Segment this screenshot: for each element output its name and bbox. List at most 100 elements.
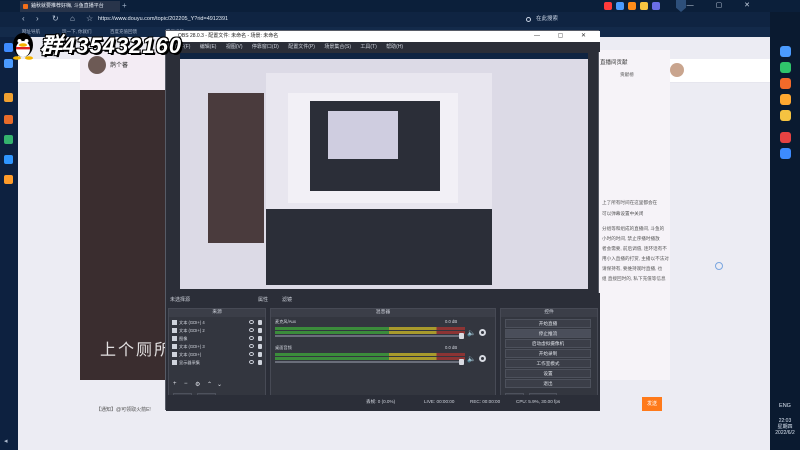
sidebar-app-icon[interactable] (4, 115, 13, 124)
lock-icon[interactable] (258, 344, 262, 349)
right-sidebar (770, 12, 800, 450)
visibility-eye-icon[interactable] (249, 328, 254, 332)
settings-button[interactable]: 设置 (505, 369, 591, 378)
speaker-icon[interactable]: 🔈 (467, 355, 476, 363)
app-icon[interactable] (780, 132, 791, 143)
url-field[interactable]: https://www.douyu.com/topic/202205_Y?rid… (98, 14, 518, 25)
notice-line: 分组等和组成的直播间, 斗鱼的 (602, 226, 665, 231)
menu-profile[interactable]: 配置文件(P) (288, 44, 315, 50)
extension-icon[interactable] (639, 2, 648, 10)
speaker-icon[interactable]: 🔈 (467, 329, 476, 337)
extension-icon[interactable] (615, 2, 624, 10)
extension-icon[interactable] (604, 2, 612, 10)
volume-meter (275, 353, 465, 356)
menu-help[interactable]: 帮助(H) (386, 44, 403, 50)
move-down-icon[interactable]: ⌄ (217, 381, 222, 388)
filters-button[interactable]: 滤镜 (282, 296, 292, 303)
collapse-sidebar-icon[interactable]: ◂ (4, 437, 13, 446)
obs-window: OBS 28.0.3 - 配置文件: 未命名 - 场景: 未命名 — ▢ ✕ 文… (165, 30, 600, 411)
lock-icon[interactable] (258, 360, 262, 365)
preview-browser-bar (180, 53, 588, 59)
add-source-icon[interactable]: + (173, 381, 177, 387)
source-settings-icon[interactable]: ⚙ (195, 381, 200, 388)
sidebar-app-icon[interactable] (4, 155, 13, 164)
controls-dock-title: 控件 (501, 309, 597, 317)
bookmark-star-icon[interactable]: ☆ (86, 14, 93, 23)
volume-slider-knob[interactable] (459, 359, 464, 365)
menu-docks[interactable]: 停靠窗口(D) (252, 44, 279, 50)
source-label: 文本 (GDI+) 2 (179, 328, 205, 333)
sidebar-app-icon[interactable] (4, 135, 13, 144)
source-row[interactable]: 显示器采集 (172, 359, 264, 366)
sidebar-app-icon[interactable] (4, 93, 13, 102)
desktop-screen: { "browser": { "tab_title": "鈾秋就要推荐好嗨, 斗… (0, 0, 800, 450)
extension-icon[interactable] (627, 2, 636, 10)
sidebar-app-icon[interactable] (4, 59, 13, 68)
start-virtual-camera-button[interactable]: 启动虚拟摄像机 (505, 339, 591, 348)
avatar[interactable] (670, 63, 684, 77)
move-up-icon[interactable]: ⌃ (207, 381, 212, 388)
host-name[interactable]: 鹊个蕃 (110, 60, 128, 69)
extension-icon[interactable] (651, 2, 660, 10)
chat-title: 直播间贡献 (600, 60, 628, 66)
rec-timer: REC: 00:00:00 (470, 399, 501, 404)
visibility-eye-icon[interactable] (249, 336, 254, 340)
new-tab-button[interactable]: + (122, 1, 127, 11)
lock-icon[interactable] (258, 320, 262, 325)
obs-window-controls[interactable]: — ▢ ✕ (534, 31, 594, 42)
start-streaming-button[interactable]: 开始直播 (505, 319, 591, 328)
forward-icon[interactable]: › (36, 14, 39, 23)
studio-mode-button[interactable]: 工作室模式 (505, 359, 591, 368)
language-indicator[interactable]: ENG (770, 403, 800, 409)
qq-icon[interactable] (780, 46, 791, 57)
browser-tab[interactable]: 鈾秋就要推荐好嗨, 斗鱼直播平台 (20, 1, 120, 12)
wechat-icon[interactable] (780, 62, 791, 73)
app-icon[interactable] (780, 78, 791, 89)
visibility-eye-icon[interactable] (249, 352, 254, 356)
gear-icon[interactable] (479, 355, 486, 362)
browser-window-controls[interactable]: — ▢ ✕ (687, 1, 760, 9)
source-row[interactable]: 文本 (GDI+) (172, 351, 264, 358)
properties-button[interactable]: 属性 (258, 296, 268, 303)
source-row[interactable]: 文本 (GDI+) 3 (172, 343, 264, 350)
volume-slider[interactable] (275, 359, 464, 365)
menu-edit[interactable]: 编辑(E) (200, 44, 217, 50)
source-row[interactable]: 文本 (GDI+) 4 (172, 319, 264, 326)
source-row[interactable]: 文本 (GDI+) 2 (172, 327, 264, 334)
source-row[interactable]: 图像 (172, 335, 264, 342)
text-source-icon (172, 344, 177, 350)
shield-icon[interactable] (676, 0, 686, 12)
volume-slider-knob[interactable] (459, 333, 464, 339)
mixer-channel-label: 桌面音频 (275, 345, 292, 350)
stop-streaming-button[interactable]: 停止推流 (505, 329, 591, 338)
obs-preview-canvas[interactable] (180, 53, 588, 289)
home-icon[interactable]: ⌂ (70, 14, 75, 23)
app-icon[interactable] (780, 148, 791, 159)
app-icon[interactable] (780, 110, 791, 121)
browser-search-box[interactable]: 在此搜索 (524, 14, 584, 25)
exit-button[interactable]: 退出 (505, 379, 591, 388)
lock-icon[interactable] (258, 352, 262, 357)
gear-icon[interactable] (479, 329, 486, 336)
lock-icon[interactable] (258, 336, 262, 341)
menu-scene-collection[interactable]: 场景集合(S) (324, 44, 351, 50)
reload-icon[interactable]: ↻ (52, 14, 59, 23)
app-icon[interactable] (780, 94, 791, 105)
menu-tools[interactable]: 工具(T) (360, 44, 376, 50)
mixer-dock-title: 混音器 (271, 309, 495, 317)
start-recording-button[interactable]: 开始录制 (505, 349, 591, 358)
menu-view[interactable]: 视图(V) (226, 44, 243, 50)
sidebar-app-icon[interactable] (4, 175, 13, 184)
taskbar-clock[interactable]: 22:03 星期四 2022/6/2 (770, 418, 800, 436)
remove-source-icon[interactable]: − (184, 381, 188, 387)
rank-tab[interactable]: 贡献榜 (620, 72, 634, 78)
back-icon[interactable]: ‹ (22, 14, 25, 23)
cpu-fps: CPU: 5.9%, 30.00 fps (516, 399, 561, 404)
visibility-eye-icon[interactable] (249, 344, 254, 348)
visibility-eye-icon[interactable] (249, 320, 254, 324)
preview-nested-player (208, 93, 264, 243)
volume-slider[interactable] (275, 333, 464, 339)
send-danmu-button[interactable]: 发送 (642, 397, 662, 411)
lock-icon[interactable] (258, 328, 262, 333)
visibility-eye-icon[interactable] (249, 360, 254, 364)
